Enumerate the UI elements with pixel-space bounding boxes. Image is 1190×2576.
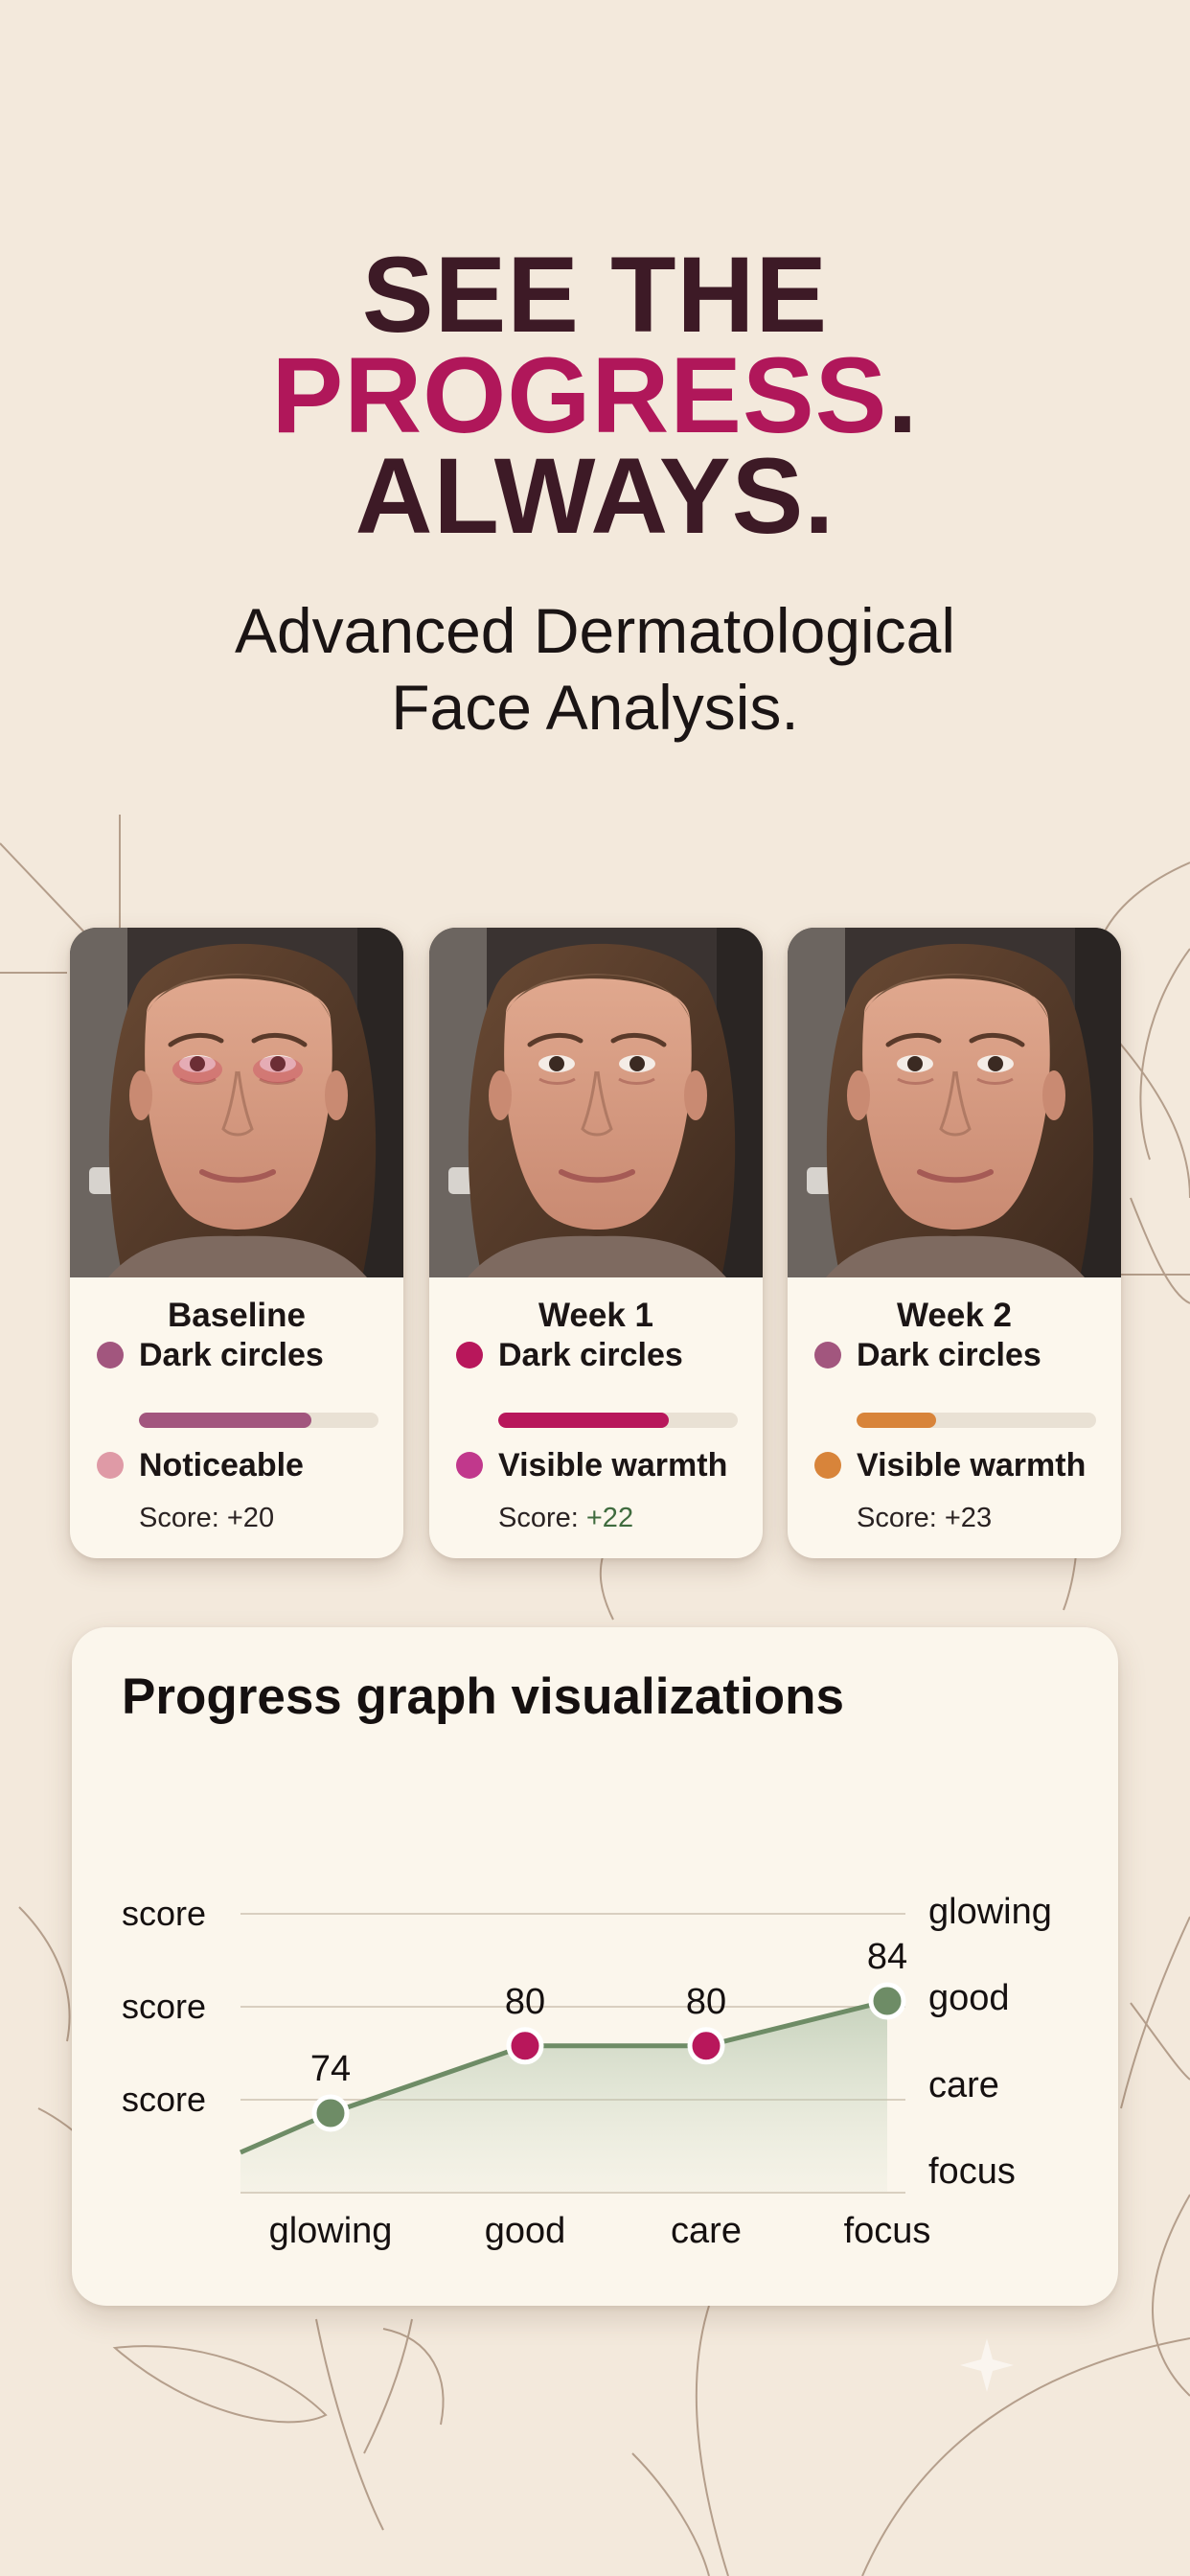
progress-bar-fill [139,1413,311,1428]
x-axis-label: glowing [269,2211,393,2251]
data-point[interactable] [868,1982,906,2020]
status-dot [814,1452,841,1479]
progress-bar [498,1413,738,1428]
headline-line-3: ALWAYS. [355,436,835,556]
status-dot [97,1342,124,1368]
metric-label: Noticeable [139,1446,304,1484]
progress-card-baseline[interactable]: Baseline Dark circles Noticeable Score: … [70,928,403,1558]
left-axis-label: score [122,1987,206,2026]
status-dot [456,1452,483,1479]
progress-bar [857,1413,1096,1428]
data-label: 80 [505,1982,545,2022]
x-axis-label: focus [844,2211,931,2251]
right-axis-label: care [928,2065,999,2105]
score-prefix: Score: [857,1503,945,1533]
data-label: 80 [686,1982,726,2022]
progress-bar [139,1413,378,1428]
headline-line-1: SEE THE [361,235,829,355]
score-text: Score: +20 [139,1503,274,1534]
score-value: +22 [585,1503,634,1533]
status-dot [97,1452,124,1479]
status-dot [456,1342,483,1368]
data-point[interactable] [687,2027,725,2065]
left-axis-label: score [122,2080,206,2119]
progress-graph-card[interactable]: Progress graph visualizations score scor… [72,1627,1118,2306]
subtitle-line-1: Advanced Dermatological [234,595,956,666]
progress-bar-fill [857,1413,936,1428]
card-title: Week 2 [897,1297,1012,1334]
metric-label: Dark circles [498,1336,683,1373]
score-value: +23 [944,1503,993,1533]
data-point[interactable] [311,2094,350,2132]
progress-card-week-2[interactable]: Week 2 Dark circles Visible warmth Score… [788,928,1121,1558]
metric-row-secondary: Visible warmth [456,1445,727,1485]
progress-card-week-1[interactable]: Week 1 Dark circles Visible warmth Score… [429,928,763,1558]
card-title: Week 1 [538,1297,653,1334]
x-axis-label: good [485,2211,566,2251]
data-label: 84 [867,1937,907,1977]
face-photo-week-1 [429,928,763,1277]
right-axis-label: glowing [928,1892,1052,1932]
right-axis-label: focus [928,2151,1016,2192]
left-axis-label: score [122,1894,206,1933]
card-title: Baseline [168,1297,306,1334]
metric-label: Visible warmth [498,1446,728,1484]
x-axis-label: care [671,2211,742,2251]
headline-line-2: PROGRESS. [0,342,1190,449]
subtitle: Advanced Dermatological Face Analysis. [0,592,1190,746]
progress-bar-fill [498,1413,669,1428]
data-label: 74 [310,2049,351,2089]
score-prefix: Score: [139,1503,227,1533]
face-photo-week-2 [788,928,1121,1277]
metric-label: Dark circles [857,1336,1041,1373]
metric-row-secondary: Noticeable [97,1445,304,1485]
metric-row-dark-circles: Dark circles [97,1335,324,1375]
status-dot [814,1342,841,1368]
score-value: +20 [226,1503,275,1533]
headline: SEE THE PROGRESS. ALWAYS. [0,235,1190,556]
score-prefix: Score: [498,1503,586,1533]
metric-label: Dark circles [139,1336,324,1373]
score-text: Score: +22 [498,1503,633,1534]
data-point[interactable] [506,2027,544,2065]
subtitle-line-2: Face Analysis. [391,672,799,743]
score-text: Score: +23 [857,1503,992,1534]
face-photo-baseline [70,928,403,1277]
headline-period: . [887,335,919,455]
chart-series: 74 80 80 84 [240,1937,907,2193]
metric-row-dark-circles: Dark circles [456,1335,683,1375]
progress-line-chart: score score score glowing good care focu… [122,1892,1052,2251]
right-axis-label: good [928,1978,1010,2018]
metric-row-dark-circles: Dark circles [814,1335,1041,1375]
metric-label: Visible warmth [857,1446,1087,1484]
metric-row-secondary: Visible warmth [814,1445,1086,1485]
